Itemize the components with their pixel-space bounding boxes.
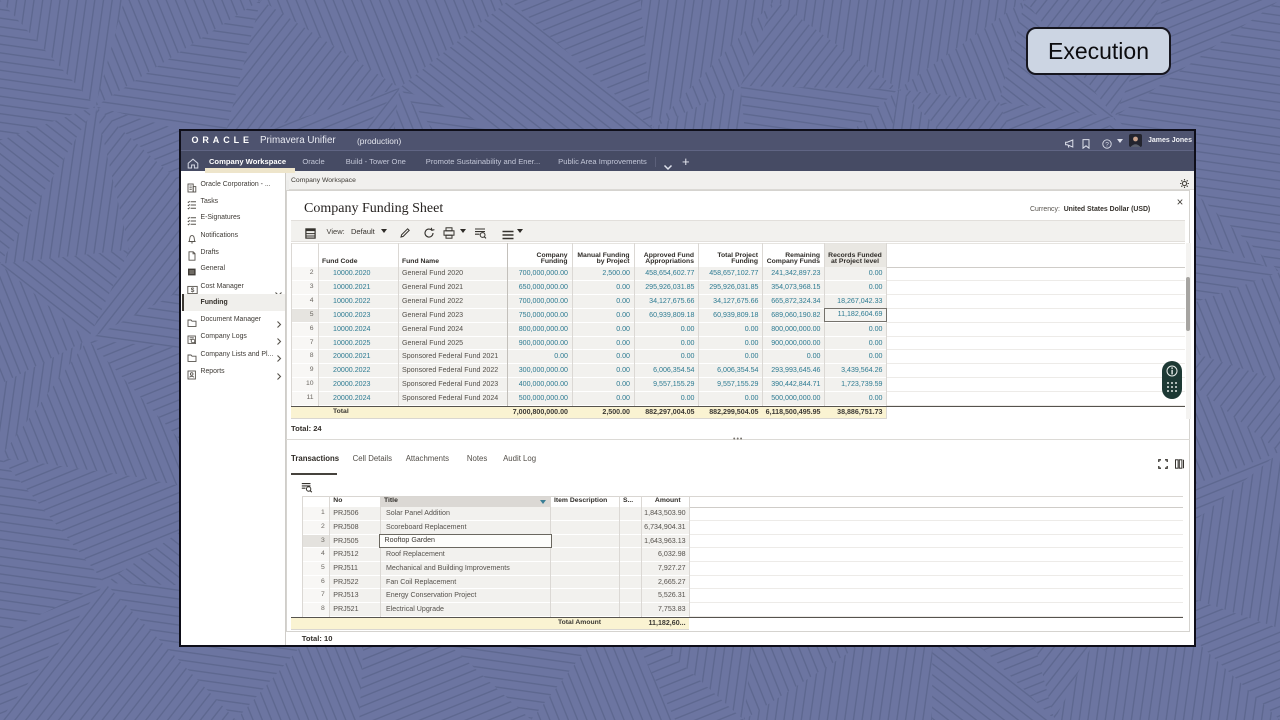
svg-text:?: ? [1105,141,1109,148]
svg-text:$: $ [191,287,195,294]
